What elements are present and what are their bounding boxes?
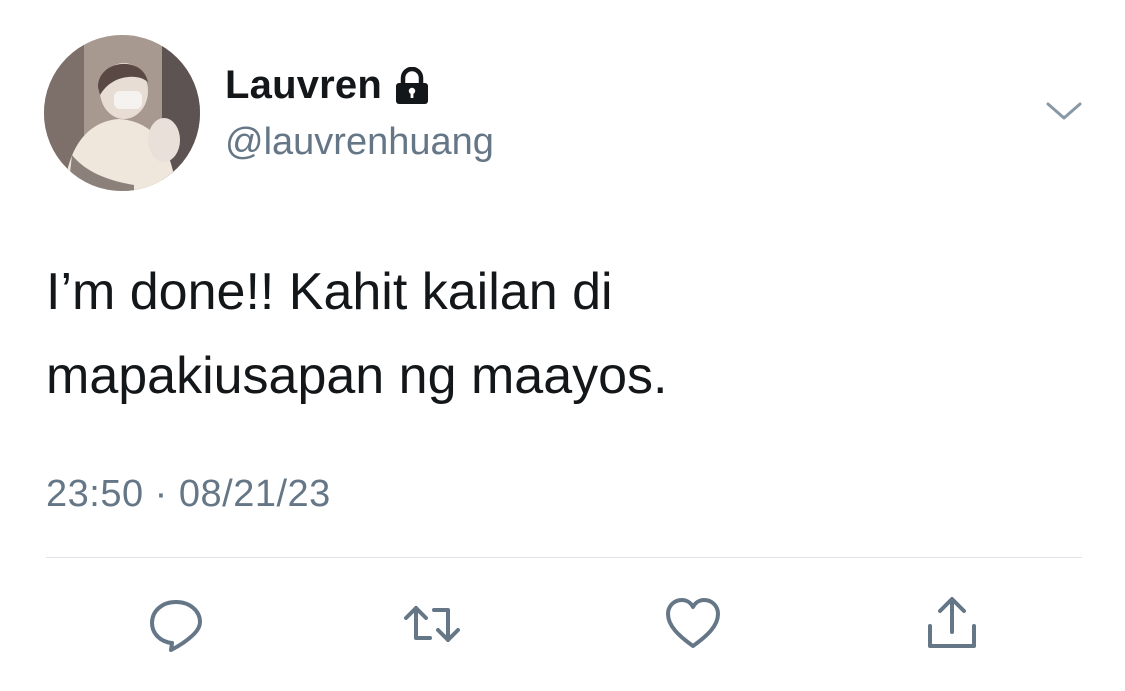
divider <box>46 557 1082 558</box>
avatar-photo <box>44 35 200 191</box>
author-row: Lauvren <box>225 63 430 108</box>
action-bar <box>0 592 1125 656</box>
avatar[interactable] <box>44 35 200 191</box>
share-button[interactable] <box>920 592 984 656</box>
retweet-button[interactable] <box>400 592 464 656</box>
retweet-icon <box>404 606 460 642</box>
author-handle[interactable]: @lauvrenhuang <box>225 121 494 164</box>
reply-button[interactable] <box>144 592 208 656</box>
tweet-text: I’m done!! Kahit kailan di mapakiusapan … <box>46 263 668 405</box>
reply-icon <box>150 600 202 652</box>
like-button[interactable] <box>661 592 725 656</box>
chevron-down-icon[interactable] <box>1042 96 1086 126</box>
share-icon <box>928 597 976 648</box>
heart-icon <box>666 598 720 648</box>
display-name[interactable]: Lauvren <box>225 63 382 108</box>
tweet-timestamp[interactable]: 23:50 · 08/21/23 <box>46 473 331 516</box>
tweet-card: Lauvren @lauvrenhuang I’m done!! Kahit k… <box>0 0 1125 691</box>
lock-icon <box>394 66 430 105</box>
